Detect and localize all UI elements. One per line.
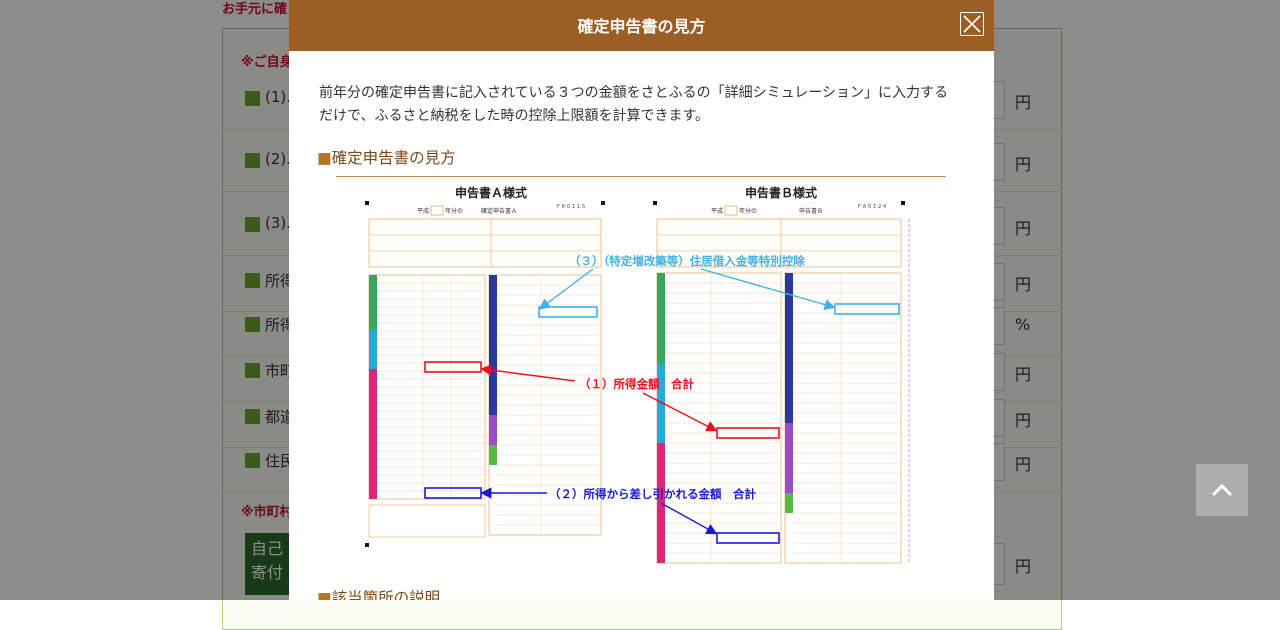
section-heading-explanation: ■該当箇所の説明 xyxy=(317,586,440,600)
section-heading-guide: ■確定申告書の見方 xyxy=(317,146,456,168)
callout-2-label: （２）所得から差し引かれる金額 合計 xyxy=(549,487,756,501)
close-icon xyxy=(963,15,981,33)
form-b-code: ＦＡ５１２４ xyxy=(857,204,887,210)
close-button[interactable] xyxy=(960,12,984,36)
section-heading-text: 該当箇所の説明 xyxy=(331,589,441,600)
form-a-nen: 年分の xyxy=(445,207,463,215)
square-bullet-icon: ■ xyxy=(317,149,332,167)
form-a-title: 申告書Ａ様式 xyxy=(455,185,527,200)
tax-return-form-diagram: 申告書Ａ様式 平成 年分の 確定申告書Ａ ＦＫ０１１５ 申告書Ｂ様式 平成 年分… xyxy=(365,185,910,564)
intro-text: 前年分の確定申告書に記入されている３つの金額をさとふるの「詳細シミュレーション」… xyxy=(319,85,949,124)
form-b-subtitle: 申告書Ｂ xyxy=(799,207,823,215)
square-bullet-icon: ■ xyxy=(317,589,332,600)
scroll-to-top-button[interactable] xyxy=(1196,464,1248,516)
section-heading-text: 確定申告書の見方 xyxy=(331,149,456,167)
form-b-heisei: 平成 xyxy=(711,207,723,215)
form-b: 申告書Ｂ様式 平成 年分の 申告書Ｂ ＦＡ５１２４ xyxy=(653,185,910,564)
callout-1-label: （１）所得金額 合計 xyxy=(579,377,694,391)
form-a-heisei: 平成 xyxy=(417,207,429,215)
modal-dialog: 確定申告書の見方 前年分の確定申告書に記入されている３つの金額をさとふるの「詳細… xyxy=(289,0,994,600)
callout-3-label: （３）（特定増改築等）住居借入金等特別控除 xyxy=(569,254,805,268)
form-a-code: ＦＫ０１１５ xyxy=(556,204,586,210)
form-b-title: 申告書Ｂ様式 xyxy=(745,185,817,200)
chevron-up-icon xyxy=(1211,483,1233,497)
modal-title: 確定申告書の見方 xyxy=(577,17,706,36)
form-a-subtitle: 確定申告書Ａ xyxy=(481,207,517,215)
modal-header: 確定申告書の見方 xyxy=(289,0,994,51)
section-divider xyxy=(336,176,946,177)
form-b-nen: 年分の xyxy=(739,207,757,215)
